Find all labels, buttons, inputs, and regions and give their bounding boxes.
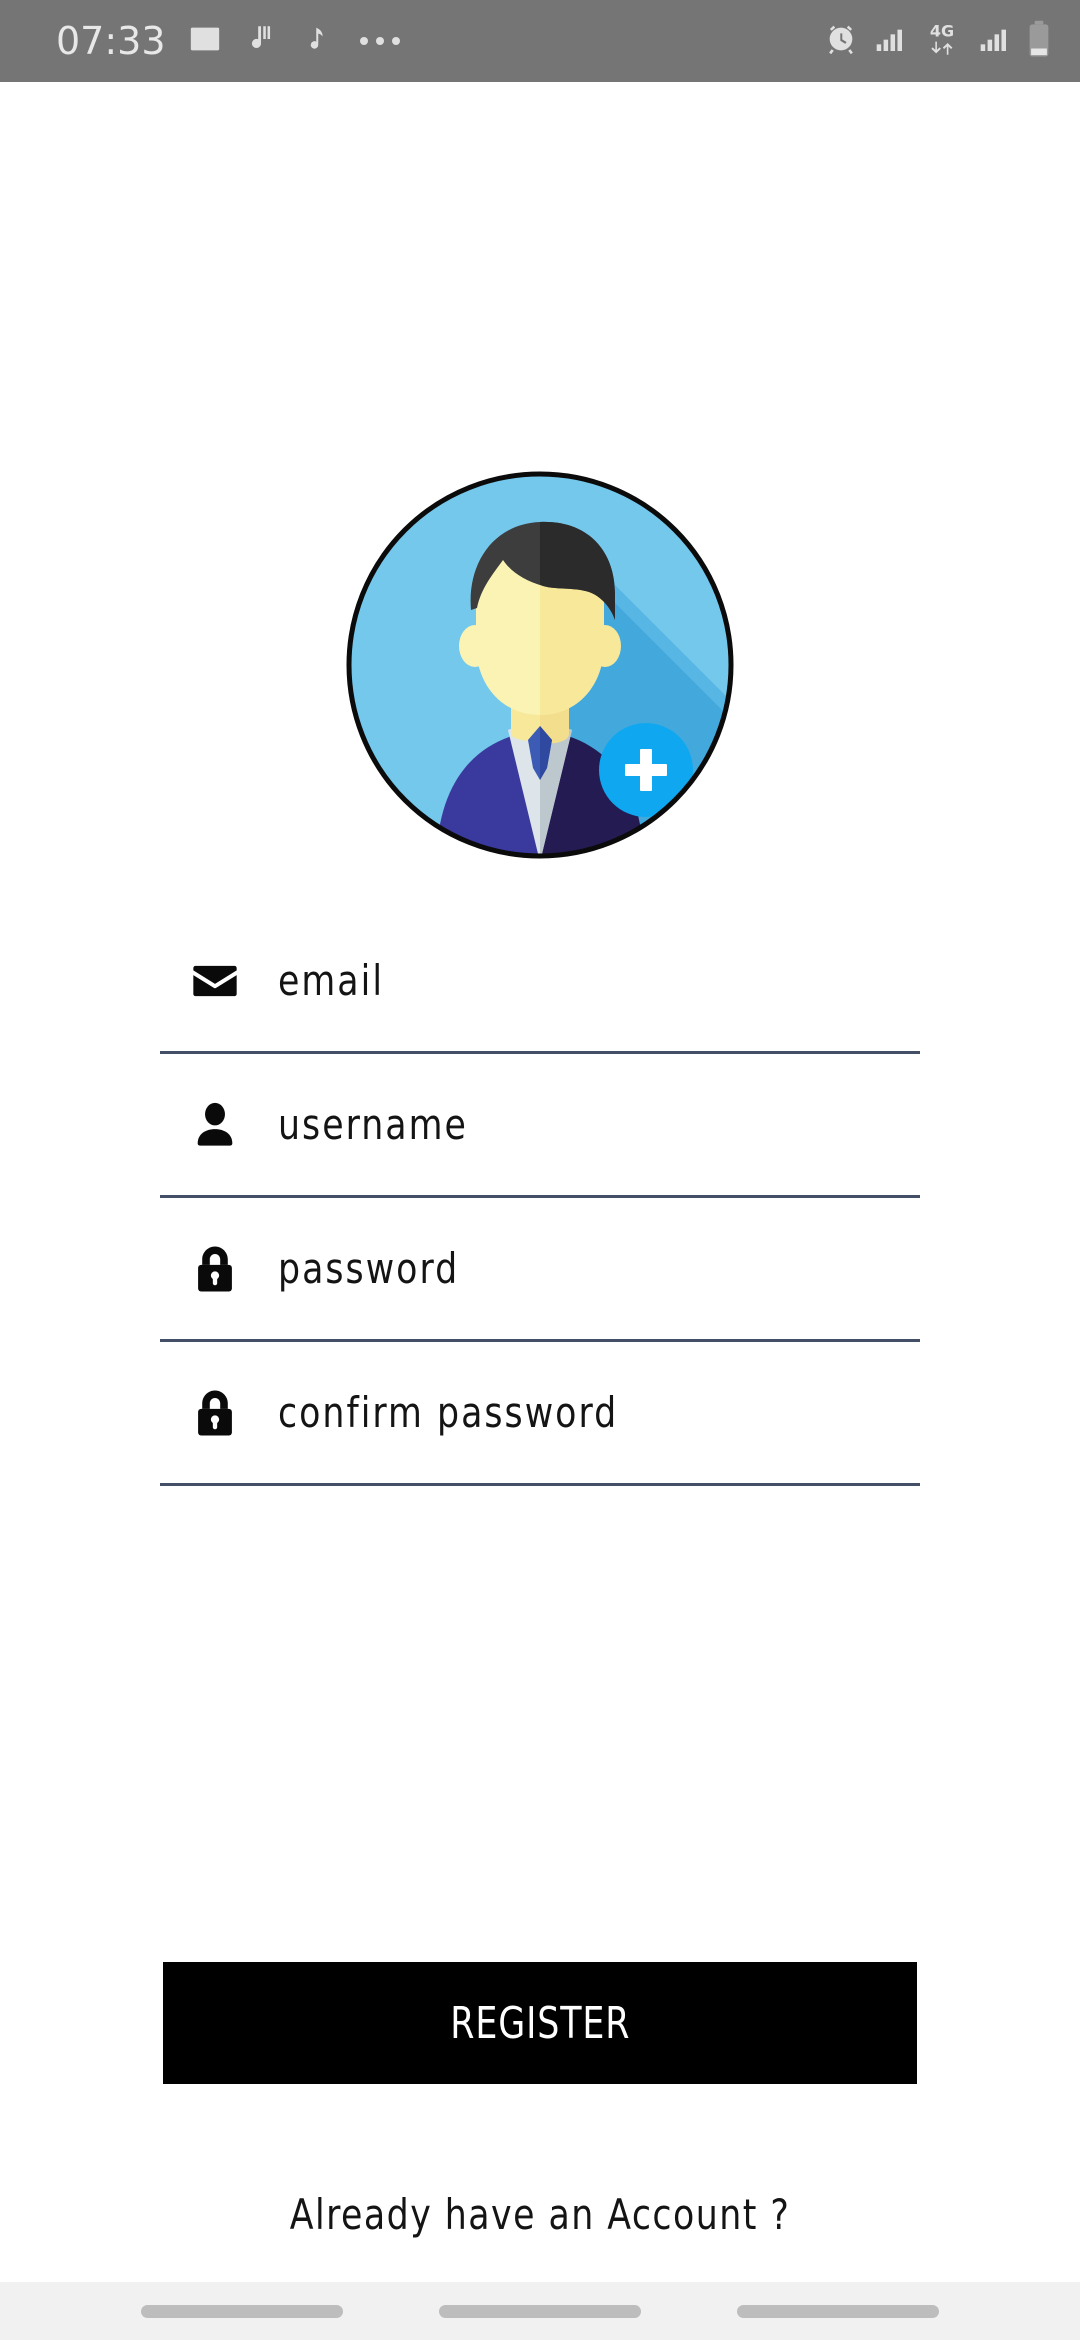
- username-field[interactable]: username: [160, 1054, 920, 1198]
- app-icon: [244, 22, 278, 61]
- lock-icon: [186, 1240, 244, 1298]
- email-field[interactable]: email: [160, 910, 920, 1054]
- recents-pill[interactable]: [141, 2304, 343, 2318]
- username-placeholder: username: [278, 1099, 468, 1149]
- lock-icon: [186, 1384, 244, 1442]
- alarm-icon: [824, 22, 858, 61]
- email-placeholder: email: [278, 955, 385, 1005]
- 4g-data-icon: 4G: [922, 19, 962, 64]
- profile-avatar[interactable]: [343, 468, 737, 862]
- overflow-dots-icon: [359, 37, 400, 45]
- status-bar-left: 07:33: [56, 22, 400, 61]
- back-pill[interactable]: [737, 2304, 939, 2318]
- envelope-icon: [186, 952, 244, 1010]
- already-have-account-label: Already have an Account ?: [289, 2190, 791, 2239]
- status-bar-right: 4G: [824, 19, 1052, 64]
- person-icon: [186, 1096, 244, 1154]
- system-navigation-bar: [0, 2282, 1080, 2340]
- signal-bars-2-icon: [978, 23, 1010, 60]
- registration-form: email username password confirm password: [160, 910, 920, 1486]
- password-placeholder: password: [278, 1243, 460, 1293]
- music-note-icon: [300, 22, 330, 61]
- battery-icon: [1026, 20, 1052, 63]
- register-button-label: REGISTER: [449, 1997, 631, 2049]
- svg-text:4G: 4G: [930, 21, 954, 40]
- confirm-password-field[interactable]: confirm password: [160, 1342, 920, 1486]
- already-have-account-link[interactable]: Already have an Account ?: [0, 2190, 1080, 2239]
- status-clock: 07:33: [56, 19, 166, 63]
- password-field[interactable]: password: [160, 1198, 920, 1342]
- confirm-password-placeholder: confirm password: [278, 1387, 619, 1437]
- register-button[interactable]: REGISTER: [163, 1962, 917, 2084]
- status-bar: 07:33 4G: [0, 0, 1080, 82]
- home-pill[interactable]: [439, 2304, 641, 2318]
- gallery-icon: [188, 22, 222, 61]
- signal-bars-icon: [874, 23, 906, 60]
